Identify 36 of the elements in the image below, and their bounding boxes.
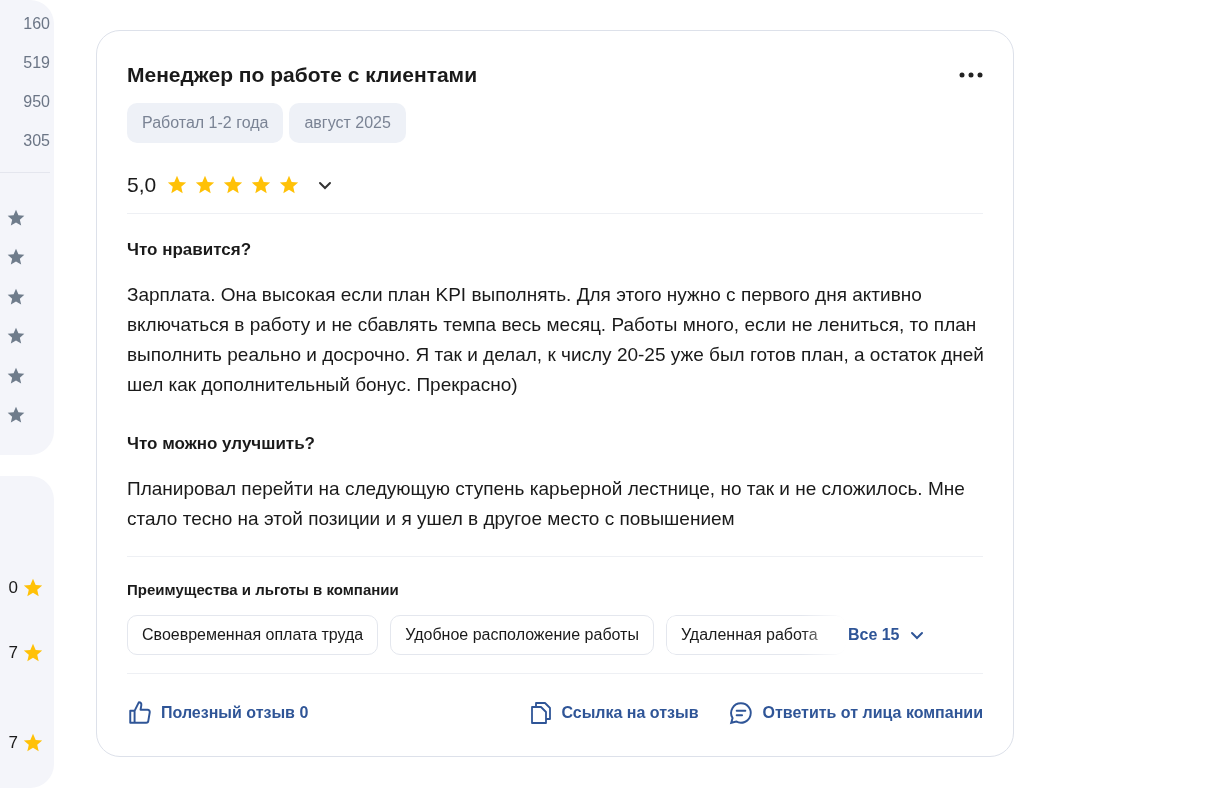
review-title: Менеджер по работе с клиентами — [127, 63, 478, 87]
benefit-chip: Своевременная оплата труда — [127, 615, 379, 655]
thumbs-up-icon — [127, 700, 153, 726]
count-text: 160 — [23, 14, 51, 34]
star-icon — [250, 174, 273, 196]
rating-text: 7 — [8, 643, 18, 663]
review-link-button[interactable]: Ссылка на отзыв — [529, 700, 699, 726]
copy-icon — [529, 700, 554, 726]
star-icon — [278, 174, 301, 196]
rating-text: 7 — [8, 733, 18, 753]
star-icon — [166, 174, 189, 196]
more-icon[interactable] — [959, 72, 983, 78]
count-text: 950 — [23, 92, 51, 112]
star-icon — [222, 174, 245, 196]
section-heading: Что можно улучшить? — [127, 434, 316, 454]
show-all-button[interactable]: Все 15 — [847, 626, 924, 644]
review-text: Зарплата. Она высокая если план KPI выполнять. Для этого нужно с первого дня активно включаться в работу и не сбавлять темпа весь месяц. Работы много, если не лениться, то план выполнить реально и досрочно. Я так и делал, к числу 20-25 уже был готов план, а остаток дней шел как дополнительный бонус. Прекрасно) — [127, 283, 985, 397]
reply-button[interactable]: Ответить от лица компании — [728, 700, 983, 726]
rating-text: 0 — [8, 578, 18, 598]
star-icon — [22, 732, 44, 754]
benefit-chip: Удобное расположение работы — [390, 615, 654, 655]
chevron-down-icon — [318, 180, 333, 190]
helpful-button[interactable]: Полезный отзыв 0 — [127, 700, 309, 726]
benefits-heading: Преимущества и льготы в компании — [127, 581, 400, 598]
rating-value: 5,0 — [127, 173, 157, 197]
count-text: 305 — [23, 131, 51, 151]
tag: август 2025 — [289, 103, 406, 143]
star-icon — [22, 577, 44, 599]
review-text: Планировал перейти на следующую ступень карьерной лестнице, но так и не сложилось. Мне стало тесно на этой позиции и я ушел в другое место с повышением — [127, 477, 966, 531]
tag: Работал 1-2 года — [127, 103, 284, 143]
star-icon — [194, 174, 217, 196]
chevron-down-icon — [909, 630, 924, 640]
star-icon — [22, 642, 44, 664]
chat-bubble-icon — [728, 700, 755, 726]
section-heading: Что нравится? — [127, 240, 253, 260]
count-text: 519 — [23, 53, 51, 73]
